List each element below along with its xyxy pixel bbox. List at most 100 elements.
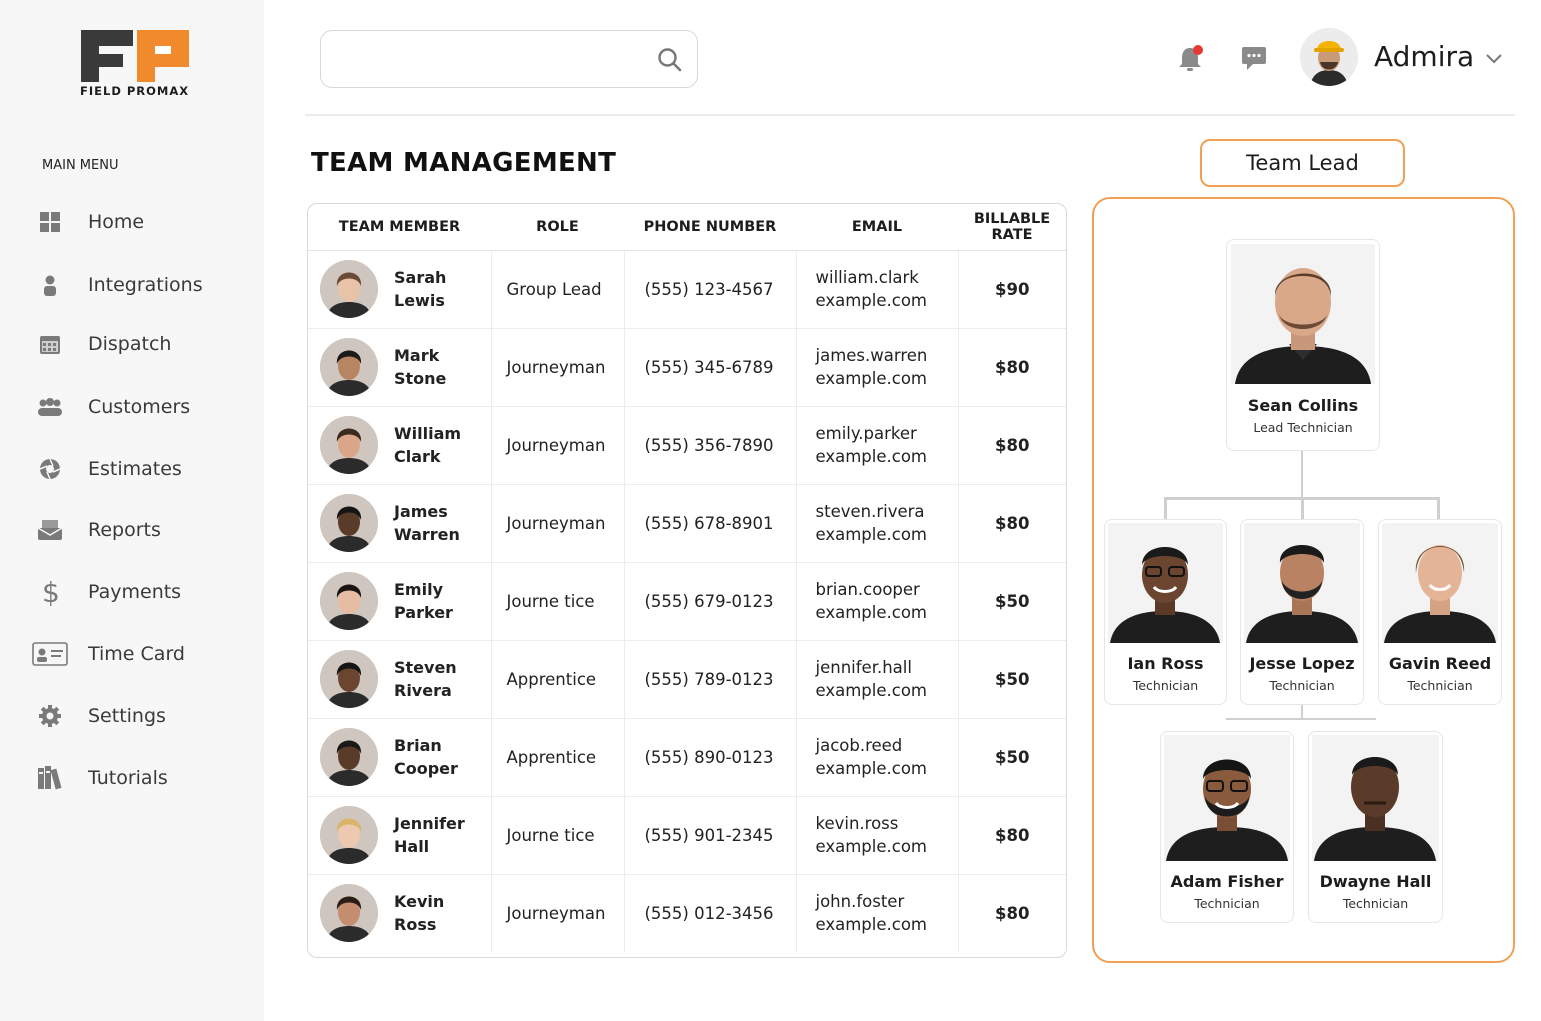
sidebar-item-payments[interactable]: $ Payments (30, 572, 250, 612)
member-info: Jennifer Hall (308, 806, 491, 864)
sidebar-item-label: Reports (88, 519, 161, 541)
table-row[interactable]: Jennifer Hall Journe tice (555) 901-2345… (308, 796, 1066, 875)
cell-email[interactable]: william.clark example.com (795, 250, 958, 329)
sidebar-item-tutorials[interactable]: Tutorials (30, 758, 250, 798)
cell-phone: (555) 678-8901 (623, 484, 796, 563)
cell-email[interactable]: jacob.reed example.com (795, 718, 958, 797)
sidebar-item-time-card[interactable]: Time Card (30, 634, 250, 674)
org-chart-panel: Sean Collins Lead Technician Ian Ross Te… (1092, 197, 1515, 963)
technician-photo (1382, 523, 1498, 643)
cell-email[interactable]: jennifer.hall example.com (795, 640, 958, 719)
cell-phone: (555) 901-2345 (623, 796, 796, 875)
user-avatar[interactable] (1300, 28, 1358, 86)
member-info: Kevin Ross (308, 884, 491, 943)
member-first-name: Brian (394, 736, 442, 755)
sidebar-item-dispatch[interactable]: Dispatch (30, 324, 250, 364)
user-name[interactable]: Admira (1374, 40, 1474, 73)
org-card-lead[interactable]: Sean Collins Lead Technician (1226, 239, 1380, 451)
table-row[interactable]: James Warren Journeyman (555) 678-8901 s… (308, 484, 1066, 563)
search-input[interactable] (320, 30, 698, 88)
sidebar-item-settings[interactable]: Settings (30, 696, 250, 736)
group-icon (30, 392, 70, 422)
column-header-billable-rate[interactable]: BILLABLE RATE (958, 204, 1066, 251)
chevron-down-icon[interactable] (1484, 50, 1504, 69)
svg-text:$: $ (42, 577, 60, 607)
table-row[interactable]: Brian Cooper Apprentice (555) 890-0123 j… (308, 718, 1066, 797)
table-row[interactable]: Mark Stone Journeyman (555) 345-6789 jam… (308, 328, 1066, 407)
brand-logo[interactable]: FIELD PROMAX (80, 28, 192, 100)
cell-email[interactable]: kevin.ross example.com (795, 796, 958, 875)
cell-phone: (555) 789-0123 (623, 640, 796, 719)
person-icon (30, 270, 70, 300)
header-divider (305, 114, 1515, 116)
table-row[interactable]: Emily Parker Journe tice (555) 679-0123 … (308, 562, 1066, 641)
org-card-technician[interactable]: Adam Fisher Technician (1160, 731, 1294, 923)
org-connector (1301, 451, 1303, 497)
sidebar-item-integrations[interactable]: Integrations (30, 265, 250, 305)
search-icon[interactable] (657, 47, 683, 77)
column-header-phone-number[interactable]: PHONE NUMBER (624, 204, 796, 251)
email-user: kevin.ross (815, 814, 899, 833)
org-connector (1437, 497, 1440, 519)
notification-bell-icon[interactable] (1176, 42, 1206, 78)
member-avatar (320, 338, 378, 396)
member-last-name: Stone (394, 369, 447, 388)
member-name: Jennifer Hall (394, 812, 484, 858)
cell-role: Journe tice (490, 796, 624, 875)
column-header-team-member[interactable]: TEAM MEMBER (308, 204, 491, 251)
cell-billable-rate: $50 (957, 562, 1066, 641)
table-row[interactable]: Kevin Ross Journeyman (555) 012-3456 joh… (308, 874, 1066, 952)
cell-billable-rate: $50 (957, 718, 1066, 797)
email-domain: example.com (815, 369, 928, 388)
main-menu-title: MAIN MENU (42, 158, 119, 173)
team-lead-button[interactable]: Team Lead (1200, 139, 1405, 187)
sidebar-item-estimates[interactable]: Estimates (30, 449, 250, 489)
chat-icon[interactable] (1240, 44, 1268, 76)
org-connector (1301, 703, 1303, 719)
member-info: Emily Parker (308, 572, 491, 630)
org-card-technician[interactable]: Ian Ross Technician (1104, 519, 1227, 705)
email-user: jennifer.hall (815, 658, 912, 677)
member-first-name: Steven (394, 658, 457, 677)
cell-email[interactable]: john.foster example.com (795, 874, 958, 952)
table-row[interactable]: Steven Rivera Apprentice (555) 789-0123 … (308, 640, 1066, 719)
sidebar-item-label: Tutorials (88, 767, 168, 789)
cell-phone: (555) 012-3456 (623, 874, 796, 952)
cell-email[interactable]: brian.cooper example.com (795, 562, 958, 641)
email-user: emily.parker (815, 424, 917, 443)
sidebar-item-label: Estimates (88, 458, 182, 480)
cell-role: Journeyman (490, 874, 624, 952)
cell-team-member: James Warren (308, 484, 491, 563)
org-name: Ian Ross (1127, 654, 1204, 673)
org-card-technician[interactable]: Gavin Reed Technician (1378, 519, 1502, 705)
sidebar-item-customers[interactable]: Customers (30, 387, 250, 427)
cell-team-member: Emily Parker (308, 562, 491, 641)
email-user: steven.rivera (815, 502, 925, 521)
member-name: Steven Rivera (394, 656, 484, 702)
cell-email[interactable]: emily.parker example.com (795, 406, 958, 485)
column-header-email[interactable]: EMAIL (796, 204, 958, 251)
cell-email[interactable]: steven.rivera example.com (795, 484, 958, 563)
sidebar-item-reports[interactable]: Reports (30, 510, 250, 550)
member-avatar (320, 650, 378, 708)
cell-phone: (555) 345-6789 (623, 328, 796, 407)
aperture-icon (30, 454, 70, 484)
column-header-role[interactable]: ROLE (491, 204, 624, 251)
technician-photo (1108, 523, 1223, 643)
email-domain: example.com (815, 525, 928, 544)
cell-billable-rate: $80 (957, 406, 1066, 485)
org-card-technician[interactable]: Jesse Lopez Technician (1240, 519, 1364, 705)
table-row[interactable]: William Clark Journeyman (555) 356-7890 … (308, 406, 1066, 485)
member-first-name: James (394, 502, 448, 521)
brand-name: FIELD PROMAX (80, 84, 190, 98)
org-role: Lead Technician (1253, 420, 1353, 435)
cell-email[interactable]: james.warren example.com (795, 328, 958, 407)
sidebar-item-label: Home (88, 211, 145, 233)
sidebar-item-home[interactable]: Home (30, 202, 250, 242)
org-card-technician[interactable]: Dwayne Hall Technician (1308, 731, 1443, 923)
table-row[interactable]: Sarah Lewis Group Lead (555) 123-4567 wi… (308, 250, 1066, 329)
email-user: brian.cooper (815, 580, 920, 599)
org-role: Technician (1194, 896, 1260, 911)
cell-role: Journeyman (490, 484, 624, 563)
email-domain: example.com (815, 447, 928, 466)
